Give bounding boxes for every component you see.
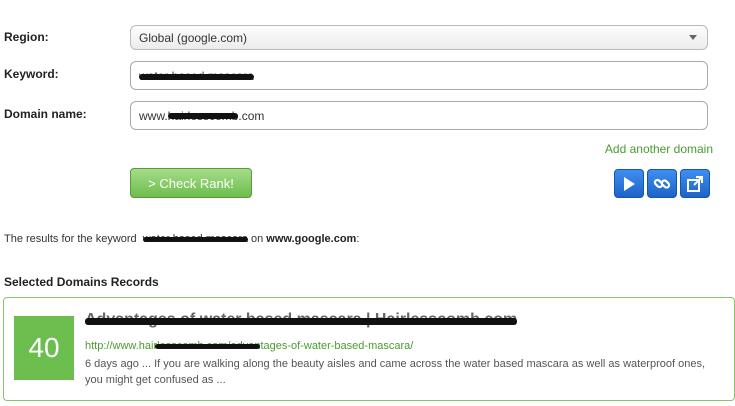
redaction-scribble <box>167 112 239 119</box>
results-suffix: : <box>356 233 360 245</box>
domain-suffix: .com <box>238 108 265 123</box>
redaction-scribble <box>139 73 254 80</box>
record-url[interactable]: http://www.hairlesscomb.com/advantages-o… <box>85 340 413 352</box>
play-icon <box>624 176 635 191</box>
region-label: Region: <box>4 30 49 44</box>
region-select-value: Global (google.com) <box>139 30 248 45</box>
play-button[interactable] <box>614 169 644 198</box>
add-another-domain-link[interactable]: Add another domain <box>605 142 713 156</box>
record-title[interactable]: Advantages of water based mascara | Hair… <box>85 311 518 329</box>
results-on: on <box>250 233 264 245</box>
share-button[interactable] <box>680 169 710 198</box>
share-icon <box>687 175 703 192</box>
results-prefix: The results for the keyword <box>4 233 137 245</box>
redaction-scribble <box>155 344 260 349</box>
domain-record-card: 40 Advantages of water based mascara | H… <box>3 297 735 401</box>
check-rank-button[interactable]: > Check Rank! <box>130 168 252 198</box>
link-icon <box>653 178 671 189</box>
keyword-label: Keyword: <box>4 67 59 81</box>
section-title: Selected Domains Records <box>4 275 159 289</box>
domain-prefix: www. <box>139 108 168 123</box>
rank-badge: 40 <box>14 316 74 380</box>
record-snippet: 6 days ago ... If you are walking along … <box>85 358 706 386</box>
region-select[interactable]: Global (google.com) <box>130 25 708 50</box>
results-engine: www.google.com <box>266 233 357 245</box>
keyword-input[interactable]: water based mascara <box>130 61 708 90</box>
link-button[interactable] <box>647 169 677 198</box>
chevron-down-icon <box>689 35 697 40</box>
redaction-scribble <box>142 237 248 242</box>
results-summary: The results for the keyword water based … <box>4 233 359 245</box>
domain-name-input[interactable]: www. hairlesscomb .com <box>130 101 708 130</box>
redaction-scribble <box>85 318 518 325</box>
domain-name-label: Domain name: <box>4 107 87 121</box>
